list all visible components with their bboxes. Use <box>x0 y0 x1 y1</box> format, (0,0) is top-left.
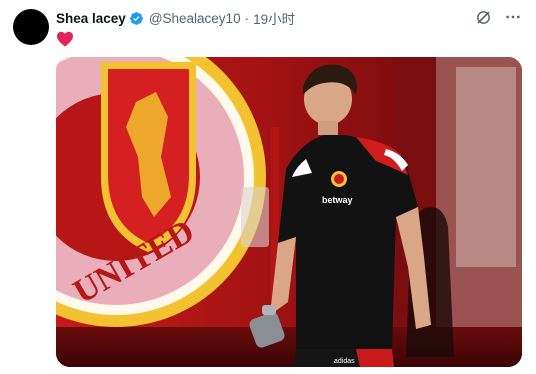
grok-icon[interactable] <box>474 8 492 26</box>
red-heart-emoji <box>57 31 73 47</box>
header-separator: · <box>244 10 250 26</box>
verified-badge-icon <box>129 11 143 25</box>
post-actions-top <box>474 8 522 26</box>
post-header: Shea lacey @Shealacey10 · 19小时 <box>56 8 295 28</box>
author-name[interactable]: Shea lacey <box>56 11 126 26</box>
more-options-icon[interactable] <box>504 8 522 26</box>
brand-text: adidas <box>334 358 355 365</box>
author-handle[interactable]: @Shealacey10 <box>149 11 241 26</box>
sponsor-text: betway <box>322 195 353 205</box>
post-photo[interactable]: UNITED betway adidas <box>56 57 522 367</box>
post-timestamp[interactable]: 19小时 <box>253 8 295 28</box>
author-avatar[interactable] <box>13 9 49 45</box>
